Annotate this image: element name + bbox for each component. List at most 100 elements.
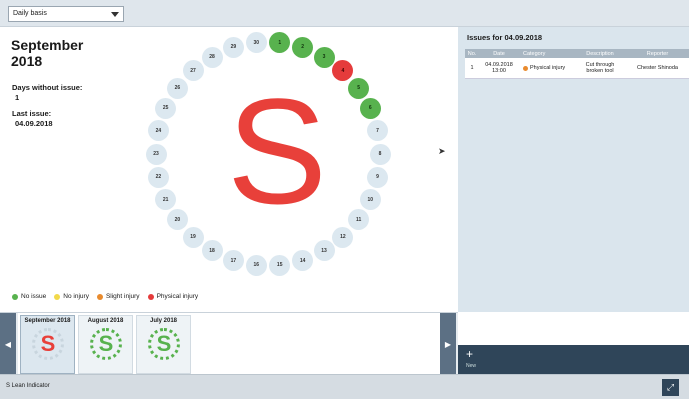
history-thumbnails: September 2018 S August 2018 S July 2018 S [18, 313, 440, 375]
day-14[interactable]: 14 [292, 250, 314, 272]
day-27[interactable]: 27 [182, 60, 204, 82]
category-label: Physical injury [530, 65, 566, 71]
day-9[interactable]: 9 [367, 166, 389, 188]
history-thumb-ring: S [90, 328, 122, 360]
days-without-issue: Days without issue: 1 [12, 83, 82, 103]
day-2[interactable]: 2 [292, 36, 314, 58]
column-header-category[interactable]: Category [519, 51, 574, 57]
new-issue-button[interactable]: + [466, 348, 473, 360]
last-issue: Last issue: 04.09.2018 [12, 109, 53, 129]
days-without-issue-label: Days without issue: [12, 83, 83, 92]
day-26[interactable]: 26 [166, 77, 188, 99]
history-thumb-ring: S [32, 328, 64, 360]
day-25[interactable]: 25 [155, 97, 177, 119]
day-5[interactable]: 5 [348, 77, 370, 99]
day-11[interactable]: 11 [348, 209, 370, 231]
legend: No issue No injury Slight injury Physical i… [12, 293, 198, 300]
history-thumb[interactable]: July 2018 S [136, 315, 191, 374]
legend-dot-icon [96, 293, 103, 300]
history-thumb-label: August 2018 [87, 318, 124, 324]
history-thumb[interactable]: August 2018 S [78, 315, 133, 374]
cell-no: 1 [470, 65, 474, 71]
history-next-button[interactable]: ▶ [440, 313, 456, 375]
column-header-date[interactable]: Date [479, 51, 519, 57]
status-bar: S Lean Indicator ⤢ [0, 374, 689, 399]
history-strip: ◀ September 2018 S August 2018 S July 2018 S … [0, 312, 458, 375]
legend-label: No injury [63, 293, 89, 300]
new-issue-label[interactable]: New [466, 363, 476, 369]
issues-panel: Issues for 04.09.2018 No. Date Category … [458, 27, 689, 312]
day-12[interactable]: 12 [332, 226, 354, 248]
legend-item: Slight injury [96, 293, 140, 300]
day-4[interactable]: 4 [332, 60, 354, 82]
expand-icon[interactable]: ⤢ [662, 379, 679, 396]
day-19[interactable]: 19 [182, 226, 204, 248]
legend-dot-icon [54, 293, 61, 300]
legend-item: No injury [54, 293, 89, 300]
day-13[interactable]: 13 [313, 240, 335, 262]
s-indicator-panel: September 2018 Days without issue: 1 Las… [0, 27, 458, 312]
cell-description: Cut through broken tool [574, 62, 626, 74]
day-23[interactable]: 23 [145, 143, 167, 165]
history-prev-button[interactable]: ◀ [0, 313, 16, 375]
cell-category: Physical injury [519, 65, 574, 71]
app-name: S Lean Indicator [6, 383, 50, 389]
day-10[interactable]: 10 [359, 189, 381, 211]
days-without-issue-value: 1 [15, 93, 20, 102]
column-header-no[interactable]: No. [465, 51, 479, 57]
day-17[interactable]: 17 [222, 250, 244, 272]
chevron-right-icon: ▶ [444, 339, 452, 349]
history-thumb-letter: S [156, 331, 172, 356]
history-thumb[interactable]: September 2018 S [20, 315, 75, 374]
cell-date-time: 13:00 [492, 68, 506, 74]
table-row[interactable]: 1 04.09.2018 13:00 Physical injury Cut t… [465, 58, 689, 79]
history-thumb-letter: S [98, 331, 114, 356]
day-6[interactable]: 6 [359, 97, 381, 119]
legend-item: Physical injury [147, 293, 199, 300]
mouse-cursor-icon: ➤ [438, 146, 446, 156]
month-year: 2018 [11, 53, 43, 69]
day-circle: S 1 2 3 4 5 6 7 8 9 10 11 12 13 14 15 16 17 18 19 20 21 22 23 2… [143, 29, 393, 279]
day-20[interactable]: 20 [166, 209, 188, 231]
top-toolbar: Daily basis [0, 0, 689, 27]
day-30[interactable]: 30 [245, 32, 267, 54]
day-21[interactable]: 21 [155, 189, 177, 211]
category-dot-icon [523, 65, 528, 71]
cell-reporter: Chester Shinoda [637, 65, 678, 71]
last-issue-label: Last issue: [12, 109, 52, 118]
day-16[interactable]: 16 [245, 254, 267, 276]
legend-label: Physical injury [156, 293, 199, 300]
history-thumb-ring: S [148, 328, 180, 360]
day-3[interactable]: 3 [313, 46, 335, 68]
issues-title: Issues for 04.09.2018 [467, 33, 543, 42]
day-24[interactable]: 24 [147, 120, 169, 142]
day-22[interactable]: 22 [147, 166, 169, 188]
last-issue-value: 04.09.2018 [15, 119, 53, 128]
legend-label: No issue [21, 293, 47, 300]
chevron-left-icon: ◀ [4, 339, 12, 349]
column-header-reporter[interactable]: Reporter [626, 51, 689, 57]
legend-dot-icon [147, 293, 154, 300]
day-18[interactable]: 18 [201, 240, 223, 262]
day-29[interactable]: 29 [222, 36, 244, 58]
day-1[interactable]: 1 [269, 32, 291, 54]
table-header: No. Date Category Description Reporter [465, 49, 689, 58]
column-header-description[interactable]: Description [574, 51, 626, 57]
month-title: September 2018 [11, 37, 83, 69]
day-8[interactable]: 8 [369, 143, 391, 165]
history-thumb-letter: S [40, 331, 56, 356]
action-bar: + New [458, 345, 689, 374]
issues-table: No. Date Category Description Reporter 1… [465, 49, 689, 79]
period-select-value: Daily basis [13, 10, 47, 17]
history-thumb-label: July 2018 [149, 318, 178, 324]
day-7[interactable]: 7 [367, 120, 389, 142]
legend-dot-icon [12, 293, 18, 300]
period-select[interactable]: Daily basis [8, 6, 124, 22]
description-line-2: broken tool [586, 68, 614, 74]
big-s-letter: S [226, 67, 328, 235]
day-15[interactable]: 15 [269, 254, 291, 276]
month-name: September [11, 37, 84, 53]
cell-date: 04.09.2018 13:00 [479, 62, 519, 74]
chevron-down-icon [111, 12, 119, 17]
day-28[interactable]: 28 [201, 46, 223, 68]
